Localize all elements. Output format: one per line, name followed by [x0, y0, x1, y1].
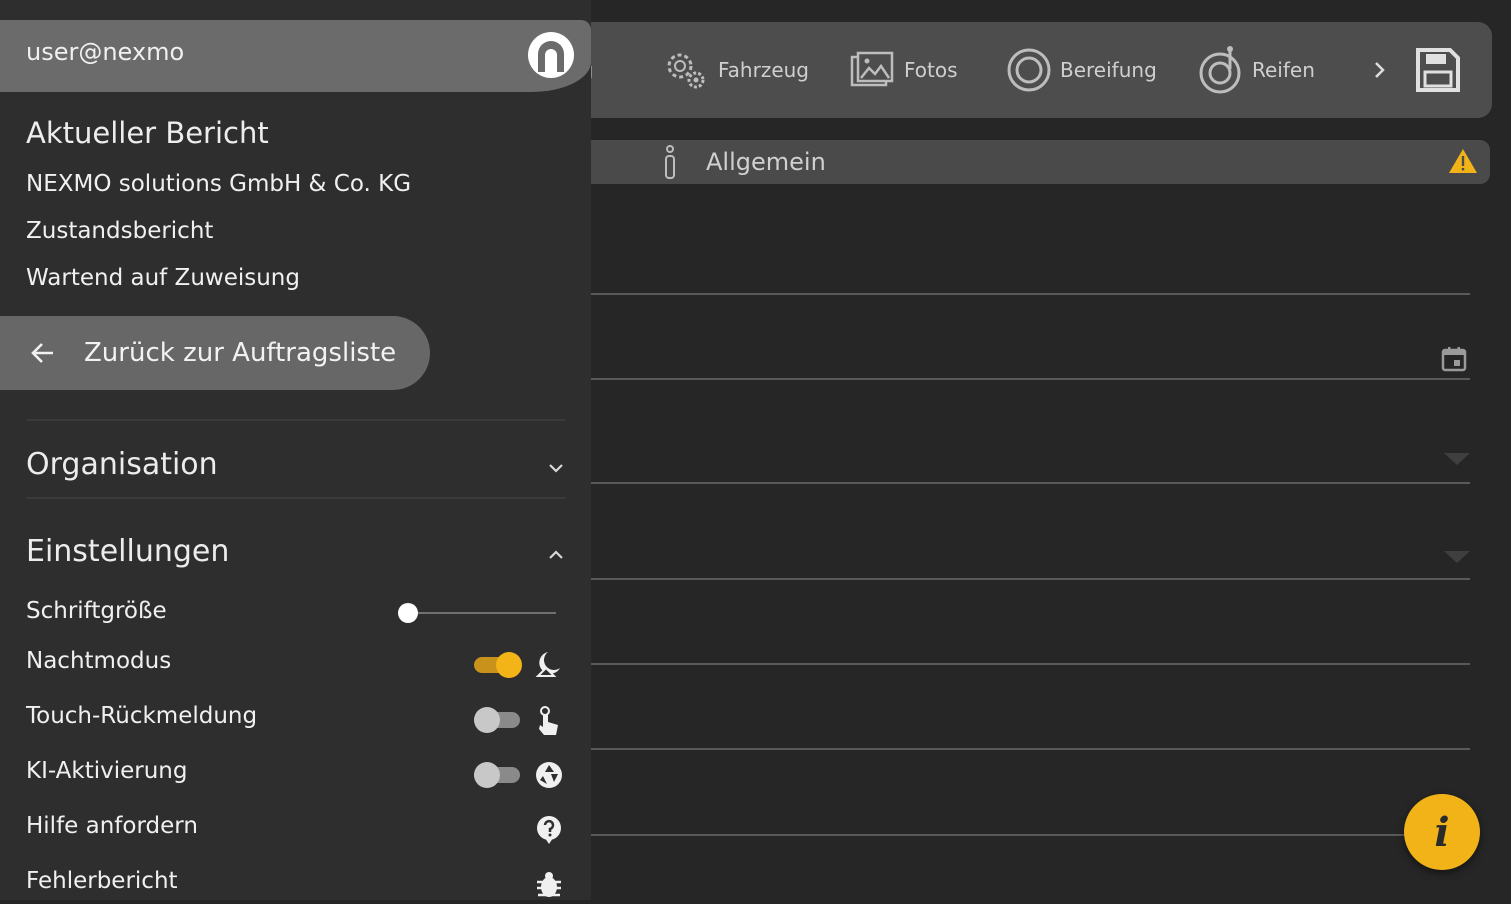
- font-size-slider[interactable]: [408, 612, 556, 614]
- aperture-icon: [534, 760, 564, 794]
- organisation-accordion[interactable]: Organisation: [26, 447, 566, 487]
- user-header: user@nexmo: [0, 20, 591, 92]
- calendar-icon[interactable]: [1440, 345, 1468, 377]
- gears-icon: [662, 48, 710, 92]
- top-toolbar: ng Fahrzeug Foto: [520, 22, 1492, 118]
- report-status: Wartend auf Zuweisung: [26, 265, 300, 291]
- section-header-allgemein[interactable]: Allgemein: [540, 140, 1490, 184]
- ai-activation-label: KI-Aktivierung: [26, 758, 188, 784]
- touch-feedback-toggle[interactable]: [474, 707, 524, 733]
- touch-feedback-label: Touch-Rückmeldung: [26, 703, 258, 729]
- tire-gauge-icon: [1198, 45, 1244, 95]
- setting-touch-feedback: Touch-Rückmeldung: [26, 701, 566, 737]
- tab-fotos[interactable]: Fotos: [850, 22, 958, 118]
- bug-icon: [534, 870, 564, 904]
- current-report-heading: Aktueller Bericht: [26, 116, 269, 150]
- select-field-1[interactable]: [590, 482, 1470, 484]
- warning-icon: [1448, 148, 1478, 178]
- form-field-6[interactable]: [590, 748, 1470, 750]
- info-icon: [662, 144, 678, 184]
- form-field-7[interactable]: [590, 834, 1470, 836]
- font-size-slider-handle[interactable]: [398, 603, 418, 623]
- night-mode-toggle[interactable]: [474, 652, 524, 678]
- dropdown-arrow-icon: [1444, 453, 1470, 465]
- tab-fotos-label: Fotos: [904, 58, 958, 82]
- setting-font-size: Schriftgröße: [26, 596, 566, 632]
- tab-reifen[interactable]: Reifen: [1198, 22, 1315, 118]
- report-company: NEXMO solutions GmbH & Co. KG: [26, 171, 412, 197]
- divider: [26, 497, 566, 499]
- organisation-label: Organisation: [26, 447, 218, 482]
- navigation-drawer: user@nexmo Aktueller Bericht NEXMO solut…: [0, 0, 591, 900]
- next-tabs-button[interactable]: [1372, 22, 1388, 118]
- save-button[interactable]: [1414, 22, 1462, 118]
- nexmo-logo-icon: [526, 30, 576, 84]
- select-field-2[interactable]: [590, 578, 1470, 580]
- save-icon: [1414, 46, 1462, 94]
- night-mode-label: Nachtmodus: [26, 648, 172, 674]
- back-to-orders-button[interactable]: Zurück zur Auftragsliste: [0, 316, 430, 390]
- bug-report-label: Fehlerbericht: [26, 868, 178, 894]
- ai-activation-toggle[interactable]: [474, 762, 524, 788]
- tab-fahrzeug[interactable]: Fahrzeug: [662, 22, 809, 118]
- report-type: Zustandsbericht: [26, 218, 214, 244]
- photos-icon: [850, 51, 896, 89]
- arrow-left-icon: [30, 340, 56, 366]
- touch-hand-icon: [534, 705, 564, 741]
- form-field-5[interactable]: [590, 663, 1470, 665]
- tab-reifen-label: Reifen: [1252, 58, 1315, 82]
- font-size-label: Schriftgröße: [26, 598, 167, 624]
- tab-bereifung[interactable]: Bereifung: [1006, 22, 1157, 118]
- dropdown-arrow-icon: [1444, 551, 1470, 563]
- chevron-up-icon: [548, 546, 564, 565]
- moon-icon: [534, 650, 564, 682]
- back-to-orders-label: Zurück zur Auftragsliste: [84, 338, 397, 368]
- setting-help[interactable]: Hilfe anfordern: [26, 811, 566, 847]
- user-email: user@nexmo: [26, 38, 185, 66]
- setting-bug-report[interactable]: Fehlerbericht: [26, 866, 566, 902]
- info-fab-label: i: [1434, 808, 1450, 856]
- chevron-down-icon: [548, 459, 564, 478]
- settings-accordion[interactable]: Einstellungen: [26, 534, 566, 574]
- tab-bereifung-label: Bereifung: [1060, 58, 1157, 82]
- form-field-1[interactable]: [590, 293, 1470, 295]
- date-field[interactable]: [590, 378, 1470, 380]
- info-fab-button[interactable]: i: [1404, 794, 1480, 870]
- tab-fahrzeug-label: Fahrzeug: [718, 58, 809, 82]
- divider: [26, 419, 566, 421]
- chevron-right-icon: [1372, 60, 1388, 80]
- setting-ai-activation: KI-Aktivierung: [26, 756, 566, 792]
- tire-icon: [1006, 47, 1052, 93]
- section-title: Allgemein: [706, 148, 826, 176]
- help-icon: [534, 815, 564, 849]
- settings-label: Einstellungen: [26, 534, 230, 569]
- help-label: Hilfe anfordern: [26, 813, 198, 839]
- setting-night-mode: Nachtmodus: [26, 646, 566, 682]
